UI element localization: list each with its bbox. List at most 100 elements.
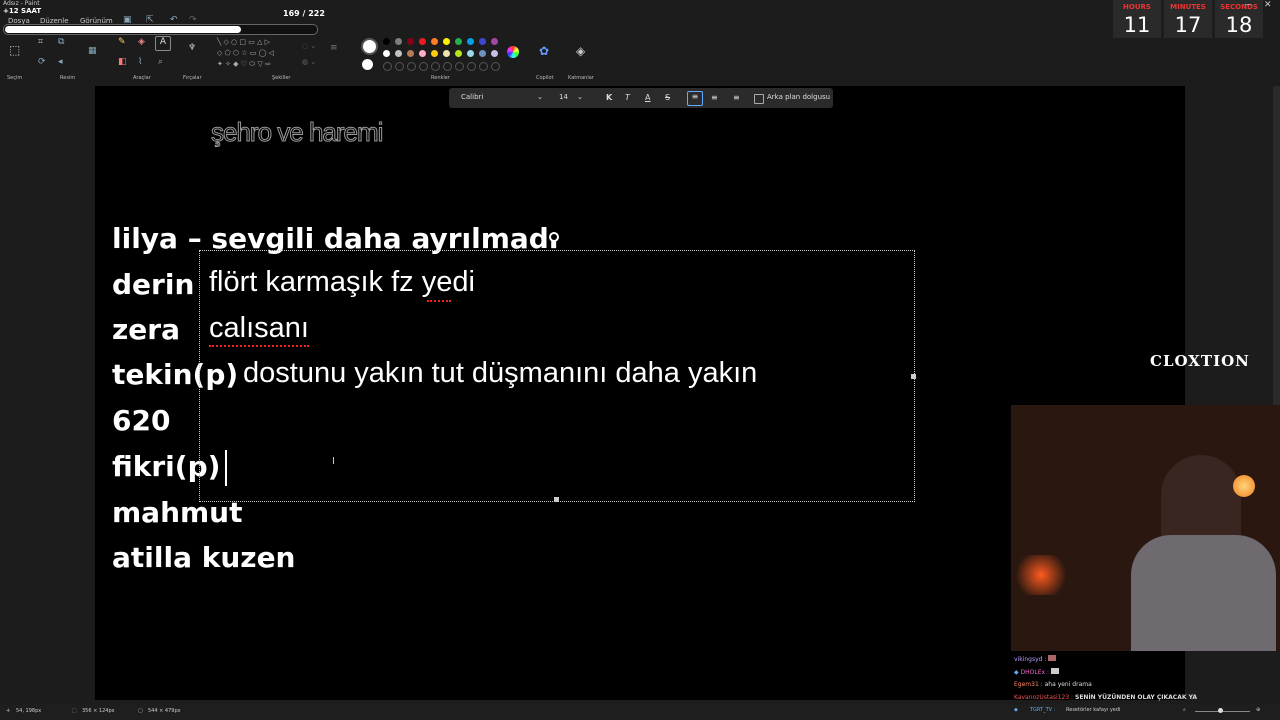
font-size-select[interactable]: 14 <box>559 93 568 101</box>
palette-swatch[interactable] <box>443 38 450 45</box>
image-icon[interactable]: ▦ <box>88 46 97 56</box>
badge-icon: ◆ <box>1014 707 1018 713</box>
vertical-scrollbar[interactable] <box>1273 86 1280 406</box>
italic-button[interactable]: T <box>625 93 630 102</box>
canvas-line-derin: derin <box>112 268 195 301</box>
window-title: Adsız - Paint <box>3 0 40 7</box>
pencil-icon[interactable]: ✎ <box>118 37 126 47</box>
magnifier-icon[interactable]: ⌕ <box>158 57 163 67</box>
shape-size-icon[interactable]: ≡ <box>330 43 338 53</box>
palette-swatch[interactable] <box>383 50 390 57</box>
text-tool-icon[interactable]: A <box>155 36 171 51</box>
color-palette[interactable] <box>383 38 501 74</box>
palette-swatch[interactable] <box>407 50 414 57</box>
resize-handle-bottom[interactable] <box>554 497 559 502</box>
shape-outline-icon[interactable]: ◌ ⌄ <box>302 42 316 50</box>
edit-colors-icon[interactable] <box>507 46 519 58</box>
timer-hours: HOURS 11 <box>1113 0 1161 38</box>
group-label-layers: Katmanlar <box>568 75 594 81</box>
shapes-gallery[interactable]: ╲ ◇ ○ □ ▭ △ ▷ ◇ ⬠ ⬡ ☆ ▭ ◯ ◁ ✦ ✧ ◆ ♡ ⬭ ▽ ⇨ <box>217 37 292 71</box>
rotate-handle-icon[interactable] <box>549 232 559 242</box>
plus-hours-label: +12 SAAT <box>3 7 42 15</box>
resize-handle-right[interactable] <box>911 374 916 379</box>
underline-button[interactable]: A <box>645 93 650 102</box>
palette-swatch[interactable] <box>395 50 402 57</box>
flip-icon[interactable]: ◂ <box>58 57 63 67</box>
close-icon[interactable]: ✕ <box>1264 0 1272 10</box>
select-rect-icon[interactable]: ⬚ <box>9 43 20 57</box>
text-selection-box[interactable] <box>199 250 916 502</box>
canvas-line-atilla: atilla kuzen <box>112 541 296 574</box>
timer-seconds-label: SECONDS <box>1220 3 1258 11</box>
brush-icon[interactable]: ♆ <box>188 43 196 53</box>
palette-swatch[interactable] <box>383 38 390 45</box>
palette-swatch[interactable] <box>431 38 438 45</box>
group-label-shapes: Şekiller <box>272 75 291 81</box>
timer-hours-label: HOURS <box>1123 3 1151 11</box>
palette-swatch[interactable] <box>419 38 426 45</box>
webcam-feed <box>1011 405 1280 651</box>
palette-swatch[interactable] <box>491 50 498 57</box>
timer-seconds-value: 18 <box>1225 13 1253 37</box>
palette-swatch[interactable] <box>479 62 488 71</box>
chat-text: SENİN YÜZÜNDEN OLAY ÇIKACAK YA <box>1075 694 1197 701</box>
chat-message: ◆ DHOLEx : <box>1014 668 1059 676</box>
shape-fill-icon[interactable]: ◍ ⌄ <box>302 58 316 66</box>
palette-swatch[interactable] <box>443 50 450 57</box>
chat-message: Egem31 : aha yeni drama <box>1014 681 1092 688</box>
badge-icon: ◆ <box>1014 669 1019 676</box>
faded-title-text: şehro ve haremi <box>210 117 383 148</box>
copilot-icon[interactable]: ✿ <box>539 44 549 58</box>
palette-swatch[interactable] <box>407 38 414 45</box>
primary-color-swatch[interactable] <box>361 38 378 55</box>
palette-swatch[interactable] <box>479 50 486 57</box>
resize-icon[interactable]: ⧉ <box>58 37 64 47</box>
led-light <box>1011 555 1071 595</box>
align-left-icon[interactable]: ≡ <box>687 91 703 106</box>
palette-swatch[interactable] <box>443 62 452 71</box>
align-right-icon[interactable]: ≡ <box>733 93 740 102</box>
palette-swatch[interactable] <box>431 62 440 71</box>
palette-swatch[interactable] <box>455 50 462 57</box>
chat-text: aha yeni drama <box>1044 681 1092 688</box>
palette-swatch[interactable] <box>419 62 428 71</box>
strikethrough-button[interactable]: S <box>665 93 670 102</box>
palette-swatch[interactable] <box>455 38 462 45</box>
palette-swatch[interactable] <box>395 38 402 45</box>
palette-swatch[interactable] <box>467 50 474 57</box>
crop-icon[interactable]: ⌗ <box>38 37 43 47</box>
palette-swatch[interactable] <box>407 62 416 71</box>
sub-goal-progress-fill <box>5 26 242 33</box>
person-body <box>1131 535 1276 651</box>
palette-swatch[interactable] <box>455 62 464 71</box>
timer-hours-value: 11 <box>1123 13 1151 37</box>
zoom-slider-thumb[interactable] <box>1218 708 1223 713</box>
lamp-light <box>1233 475 1255 497</box>
font-family-select[interactable]: Calibri <box>461 93 483 101</box>
palette-swatch[interactable] <box>491 62 500 71</box>
minimize-icon[interactable]: — <box>1244 0 1252 9</box>
font-family-chevron-icon[interactable]: ⌄ <box>537 93 543 101</box>
background-fill-checkbox[interactable] <box>754 94 764 104</box>
fill-icon[interactable]: ◈ <box>138 37 145 47</box>
zoom-in-icon[interactable]: ⊕ <box>1256 707 1260 713</box>
palette-swatch[interactable] <box>467 38 474 45</box>
font-size-chevron-icon[interactable]: ⌄ <box>577 93 583 101</box>
rotate-icon[interactable]: ⟳ <box>38 57 46 67</box>
palette-swatch[interactable] <box>491 38 498 45</box>
palette-swatch[interactable] <box>431 50 438 57</box>
palette-swatch[interactable] <box>479 38 486 45</box>
secondary-color-swatch[interactable] <box>362 59 373 70</box>
group-label-colors: Renkler <box>431 75 450 81</box>
layers-icon[interactable]: ◈ <box>576 44 585 58</box>
eraser-icon[interactable]: ◧ <box>118 57 127 67</box>
palette-swatch[interactable] <box>395 62 404 71</box>
zoom-out-icon[interactable]: ⌕ <box>1183 707 1186 713</box>
cursor-position-icon: ✛ <box>6 708 11 714</box>
color-picker-icon[interactable]: ⌇ <box>138 57 142 67</box>
bold-button[interactable]: K <box>606 93 612 102</box>
palette-swatch[interactable] <box>383 62 392 71</box>
palette-swatch[interactable] <box>467 62 476 71</box>
align-center-icon[interactable]: ≡ <box>711 93 718 102</box>
palette-swatch[interactable] <box>419 50 426 57</box>
